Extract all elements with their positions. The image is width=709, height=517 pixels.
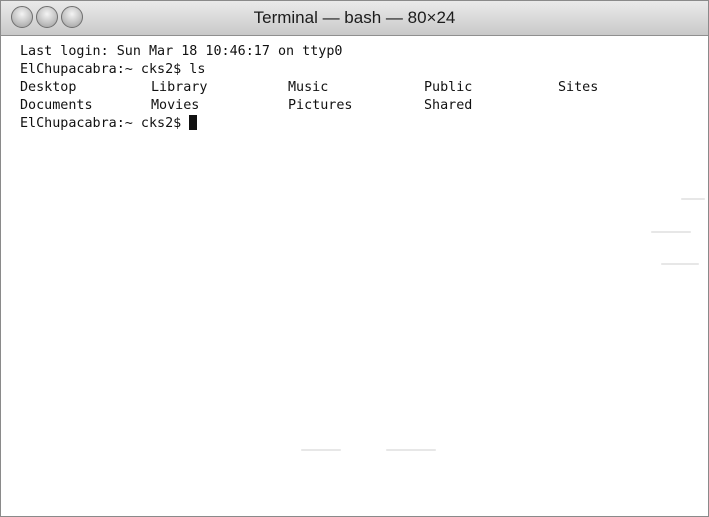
prompt-text: ElChupacabra:~ cks2$ [20,116,190,131]
ls-entry-sites: Sites [558,80,599,95]
ls-entry-shared: Shared [424,98,473,113]
bleed-through-mark [651,231,691,233]
text-cursor [189,115,198,130]
bleed-through-mark [681,198,705,200]
window-title: Terminal — bash — 80×24 [253,8,456,27]
bleed-through-mark [386,449,436,451]
ls-entry-library: Library [151,80,208,95]
ls-entry-music: Music [288,80,329,95]
ls-entry-desktop: Desktop [20,80,77,95]
ls-entry-public: Public [424,80,473,95]
last-login-line: Last login: Sun Mar 18 10:46:17 on ttyp0 [20,44,343,59]
current-prompt-line[interactable]: ElChupacabra:~ cks2$ [20,115,198,133]
terminal-content[interactable]: Last login: Sun Mar 18 10:46:17 on ttyp0… [1,36,708,516]
title-bar[interactable]: Terminal — bash — 80×24 [1,1,708,36]
ls-entry-movies: Movies [151,98,200,113]
terminal-window: Terminal — bash — 80×24 Last login: Sun … [0,0,709,517]
ls-entry-documents: Documents [20,98,93,113]
ls-entry-pictures: Pictures [288,98,353,113]
bleed-through-mark [301,449,341,451]
command-line: ElChupacabra:~ cks2$ ls [20,62,206,77]
bleed-through-mark [661,263,699,265]
